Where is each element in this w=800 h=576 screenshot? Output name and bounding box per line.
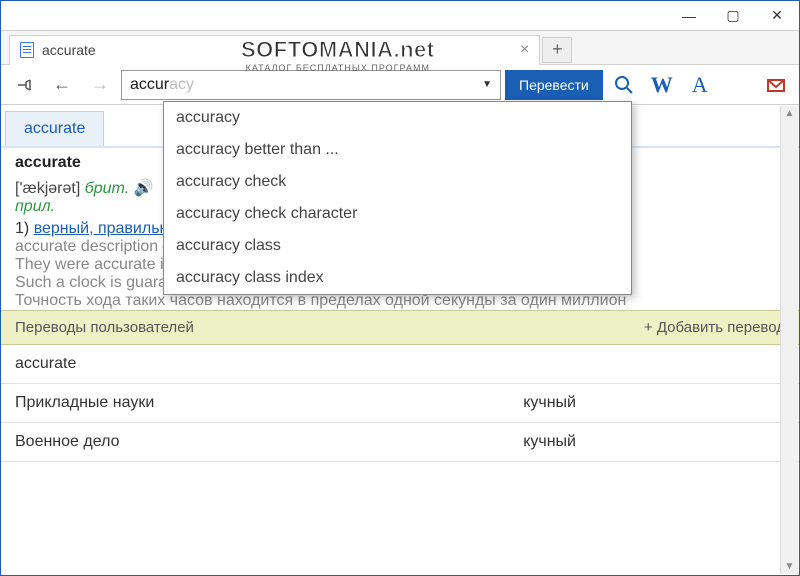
search-field[interactable]: accuracy ▼ [121,70,501,100]
table-row: Прикладные науки кучный [1,384,799,423]
close-button[interactable]: ✕ [755,1,799,30]
wikipedia-icon[interactable]: W [645,72,679,98]
toolbar: ← → accuracy ▼ Перевести W A [1,65,799,105]
entry-brit: брит. [85,180,129,197]
titlebar: — ▢ ✕ [1,1,799,31]
forward-button[interactable]: → [83,70,117,100]
suggestion-item[interactable]: accuracy check character [164,198,631,230]
entry-phonetic: ['ækjərət] [15,180,80,197]
pin-button[interactable] [7,70,41,100]
vertical-scrollbar[interactable]: ▲ ▼ [780,106,798,574]
new-tab-button[interactable]: + [542,37,572,63]
suggestion-item[interactable]: accuracy class [164,230,631,262]
dropdown-arrow-icon[interactable]: ▼ [482,79,492,90]
suggestion-item[interactable]: accuracy class index [164,262,631,294]
tab-bar: accurate × + [1,31,799,65]
tab-accurate[interactable]: accurate × [9,35,540,65]
minimize-button[interactable]: — [667,1,711,30]
search-input[interactable] [130,76,482,94]
back-button[interactable]: ← [45,70,79,100]
app-window: — ▢ ✕ accurate × + ← → accuracy ▼ Переве… [0,0,800,576]
add-translation-button[interactable]: + Добавить перевод [644,319,785,336]
suggestion-item[interactable]: accuracy better than ... [164,134,631,166]
document-icon [20,42,34,58]
mail-icon[interactable] [759,75,793,95]
user-translations-title: Переводы пользователей [15,319,194,336]
tab-label: accurate [42,42,512,58]
audio-icon[interactable]: 🔊 [134,180,154,197]
scroll-up-icon[interactable]: ▲ [785,108,795,119]
scroll-down-icon[interactable]: ▼ [785,561,795,572]
table-row: accurate [1,345,799,384]
autocomplete-dropdown: accuracy accuracy better than ... accura… [163,101,632,295]
tab-close-icon[interactable]: × [520,41,529,59]
user-translations-header: Переводы пользователей + Добавить перево… [1,310,799,345]
table-row: Военное дело кучный [1,423,799,462]
font-icon[interactable]: A [683,72,717,98]
search-icon[interactable] [607,75,641,95]
translate-button[interactable]: Перевести [505,70,603,100]
lexicon-tab[interactable]: accurate [5,111,104,146]
suggestion-item[interactable]: accuracy [164,102,631,134]
suggestion-item[interactable]: accuracy check [164,166,631,198]
maximize-button[interactable]: ▢ [711,1,755,30]
